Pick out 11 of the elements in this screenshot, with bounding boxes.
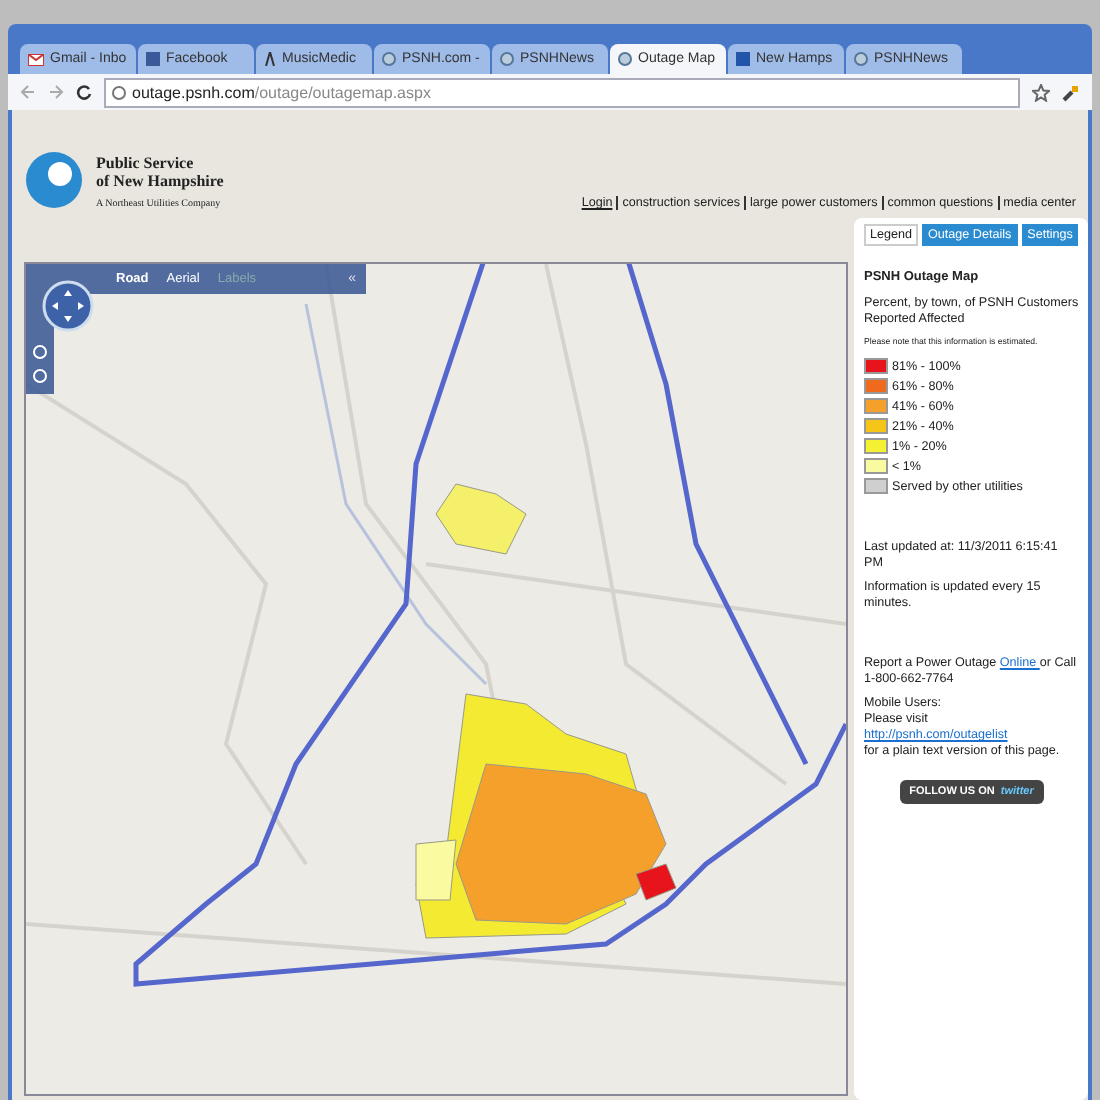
wrench-icon[interactable] — [1062, 83, 1080, 101]
map-drawing[interactable] — [26, 264, 846, 1094]
star-icon[interactable] — [1032, 83, 1050, 101]
logo-icon — [24, 150, 84, 210]
f-logo-icon — [146, 52, 160, 66]
mail-icon — [28, 53, 44, 65]
square-icon — [736, 52, 750, 66]
company-name: Public Service of New Hampshire — [96, 154, 224, 190]
address-field[interactable]: outage.psnh.com/outage/outagemap.aspx — [104, 77, 1020, 107]
compass-icon[interactable] — [42, 280, 94, 332]
reload-icon[interactable] — [76, 84, 92, 100]
